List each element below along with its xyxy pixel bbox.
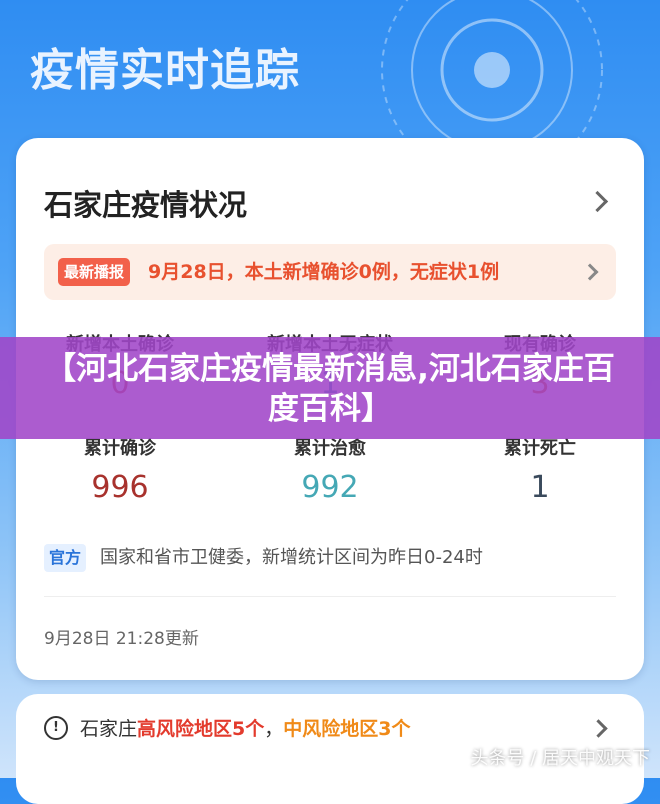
page-header-title: 疫情实时追踪 [30, 45, 300, 96]
official-source-text: 国家和省市卫健委，新增统计区间为昨日0-24时 [100, 547, 483, 568]
stat-value-total-deaths: 1 [530, 470, 550, 505]
risk-mid-count: 中风险地区3个 [283, 718, 411, 740]
latest-news-tag: 最新播报 [58, 258, 131, 286]
divider [44, 596, 616, 597]
risk-city: 石家庄 [80, 718, 138, 740]
latest-news-text: 9月28日，本土新增确诊0例，无症状1例 [148, 261, 500, 283]
exclamation-circle-icon: ! [44, 716, 68, 740]
article-title-banner: 【河北石家庄疫情最新消息,河北石家庄百度百科】 [0, 337, 660, 439]
update-timestamp: 9月28日 21:28更新 [44, 629, 199, 649]
official-source-tag: 官方 [44, 544, 87, 572]
latest-news-bar[interactable]: 最新播报 9月28日，本土新增确诊0例，无症状1例 [44, 244, 616, 300]
chevron-right-icon[interactable] [586, 190, 609, 213]
card-title: 石家庄疫情状况 [44, 188, 248, 222]
chevron-right-icon [581, 263, 599, 281]
risk-separator: ， [264, 718, 284, 740]
stat-value-total-confirmed: 996 [91, 470, 149, 505]
article-title: 【河北石家庄疫情最新消息,河北石家庄百度百科】 [45, 351, 615, 427]
source-watermark: 头条号 / 居天中观天下 [470, 748, 650, 769]
stat-value-total-cured: 992 [301, 470, 359, 505]
risk-area-text: 石家庄高风险地区5个，中风险地区3个 [80, 714, 411, 741]
risk-high-count: 高风险地区5个 [137, 718, 265, 740]
chevron-right-icon[interactable] [589, 719, 608, 738]
